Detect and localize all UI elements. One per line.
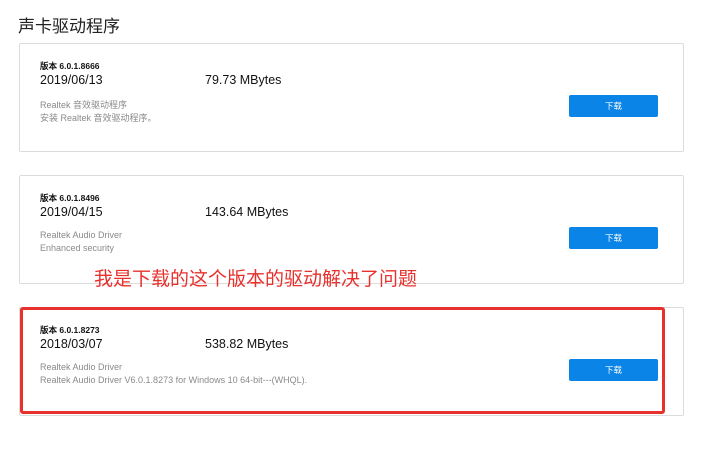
section-title: 声卡驱动程序 (18, 17, 120, 36)
driver-card: 版本 6.0.1.8273 2018/03/07 538.82 MBytes R… (19, 307, 684, 416)
driver-size: 143.64 MBytes (205, 205, 289, 219)
driver-card: 版本 6.0.1.8666 2019/06/13 79.73 MBytes Re… (19, 43, 684, 152)
driver-version: 版本 6.0.1.8496 (40, 193, 100, 203)
driver-date: 2019/06/13 (40, 73, 103, 87)
driver-description-detail: Enhanced security (40, 243, 115, 253)
driver-description-detail: 安装 Realtek 音效驱动程序。 (40, 113, 157, 123)
annotation-text: 我是下载的这个版本的驱动解决了问题 (94, 268, 418, 290)
download-button[interactable]: 下载 (569, 359, 658, 381)
driver-description: Realtek 音效驱动程序 (40, 100, 128, 110)
driver-version: 版本 6.0.1.8273 (40, 325, 100, 335)
driver-description: Realtek Audio Driver (40, 362, 123, 372)
driver-size: 538.82 MBytes (205, 337, 289, 351)
driver-version: 版本 6.0.1.8666 (40, 61, 100, 71)
driver-date: 2018/03/07 (40, 337, 103, 351)
download-button[interactable]: 下载 (569, 227, 658, 249)
driver-description: Realtek Audio Driver (40, 230, 123, 240)
download-button[interactable]: 下载 (569, 95, 658, 117)
driver-size: 79.73 MBytes (205, 73, 282, 87)
driver-description-detail: Realtek Audio Driver V6.0.1.8273 for Win… (40, 375, 308, 385)
driver-date: 2019/04/15 (40, 205, 103, 219)
